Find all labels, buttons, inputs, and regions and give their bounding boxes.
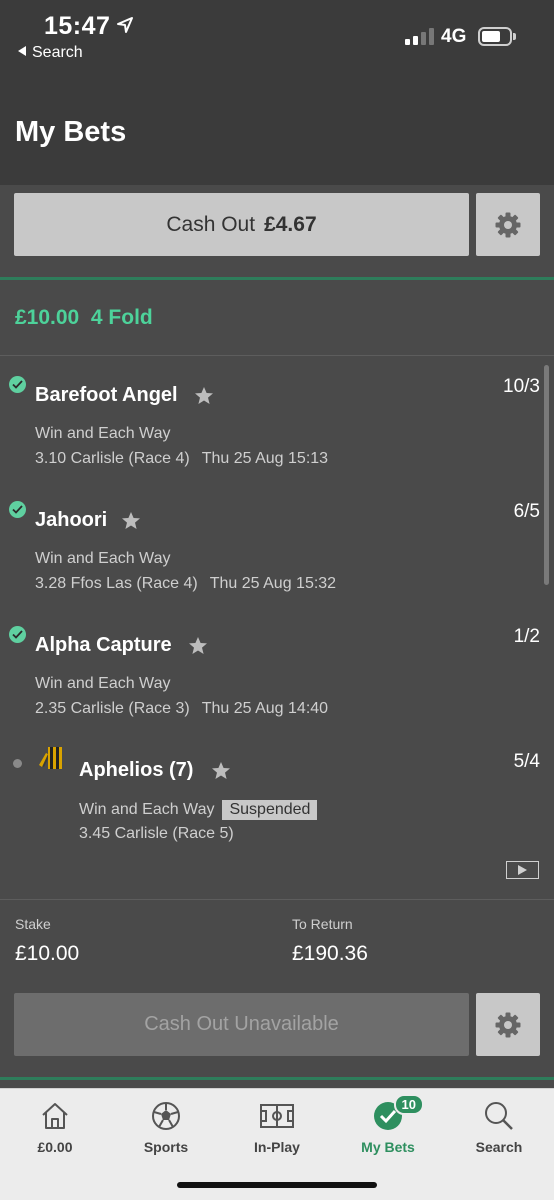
search-icon: [485, 1102, 513, 1130]
page-title: My Bets: [15, 116, 127, 148]
cash-out-unavailable-button: Cash Out Unavailable: [14, 993, 469, 1056]
home-indicator: [177, 1182, 377, 1188]
cash-out-button[interactable]: Cash Out £4.67: [14, 193, 469, 256]
nav-item-in-play[interactable]: In-Play: [222, 1089, 332, 1169]
battery-tip: [513, 33, 516, 40]
selection-market: Win and Each Way: [35, 675, 171, 692]
pending-status-dot: [13, 759, 22, 768]
nav-item-my-bets[interactable]: 10 My Bets: [333, 1089, 443, 1169]
selection-name: Barefoot Angel: [35, 384, 178, 406]
selection-market: Win and Each Way: [35, 425, 171, 442]
selection-item[interactable]: Jahoori 6/5 Win and Each Way 3.28 Ffos L…: [0, 501, 554, 621]
gear-icon: [495, 212, 521, 237]
stake-value: £10.00: [15, 942, 80, 965]
cash-out-settings-button[interactable]: [476, 193, 540, 256]
network-type: 4G: [441, 26, 467, 47]
nav-item-balance[interactable]: £0.00: [0, 1089, 110, 1169]
selection-name: Jahoori: [35, 509, 108, 531]
nav-label: My Bets: [361, 1139, 415, 1155]
star-icon[interactable]: [194, 386, 214, 406]
selection-name: Alpha Capture: [35, 634, 172, 656]
selection-odds: 6/5: [513, 501, 540, 522]
divider: [0, 355, 554, 356]
bet-separator: [0, 1077, 554, 1080]
selection-market: Win and Each Way: [35, 550, 171, 567]
nav-label: Search: [475, 1139, 523, 1155]
pitch-icon: [260, 1104, 294, 1128]
back-label: Search: [32, 44, 83, 61]
signal-strength-icon: [405, 27, 434, 45]
suspended-badge: Suspended: [222, 800, 318, 820]
return-label: To Return: [292, 916, 353, 932]
location-arrow-icon: [117, 17, 133, 33]
battery-icon: [478, 27, 512, 46]
selection-race: 3.45 Carlisle (Race 5): [79, 825, 234, 842]
check-circle-icon: [9, 376, 26, 393]
selection-odds: 1/2: [513, 626, 540, 647]
bet-separator: [0, 277, 554, 280]
cash-out-label: Cash Out: [166, 212, 256, 236]
nav-item-search[interactable]: Search: [444, 1089, 554, 1169]
return-value: £190.36: [292, 942, 368, 965]
back-triangle-icon: [18, 46, 26, 56]
selection-race: 3.10 Carlisle (Race 4) Thu 25 Aug 15:13: [35, 450, 329, 467]
bet-settings-button[interactable]: [476, 993, 540, 1056]
selection-odds: 10/3: [503, 376, 540, 397]
star-icon[interactable]: [211, 761, 231, 781]
selection-name: Aphelios (7): [79, 759, 194, 781]
home-icon: [42, 1103, 68, 1129]
stake-label: Stake: [15, 916, 51, 932]
selection-market: Win and Each Way Suspended: [79, 800, 318, 820]
nav-item-sports[interactable]: Sports: [111, 1089, 221, 1169]
status-time: 15:47: [44, 12, 111, 40]
check-circle-icon: [9, 501, 26, 518]
star-icon[interactable]: [121, 511, 141, 531]
check-circle-icon: [9, 626, 26, 643]
back-to-search-link[interactable]: Search: [18, 44, 83, 62]
selection-item[interactable]: Alpha Capture 1/2 Win and Each Way 2.35 …: [0, 626, 554, 746]
selection-item[interactable]: Barefoot Angel 10/3 Win and Each Way 3.1…: [0, 376, 554, 496]
cash-out-amount: £4.67: [264, 212, 317, 236]
star-icon[interactable]: [188, 636, 208, 656]
bet-title: £10.00 4 Fold: [15, 306, 153, 329]
football-icon: [152, 1102, 180, 1130]
gear-icon: [495, 1012, 521, 1037]
nav-label: In-Play: [254, 1139, 300, 1155]
top-header: 15:47 Search 4G My Bets: [0, 0, 554, 185]
nav-label: £0.00: [37, 1139, 73, 1155]
selection-item[interactable]: Aphelios (7) 5/4 Win and Each Way Suspend…: [0, 747, 554, 871]
video-play-icon[interactable]: [506, 861, 539, 879]
selection-race: 3.28 Ffos Las (Race 4) Thu 25 Aug 15:32: [35, 575, 337, 592]
divider: [0, 899, 554, 900]
selection-race: 2.35 Carlisle (Race 3) Thu 25 Aug 14:40: [35, 700, 329, 717]
nav-label: Sports: [143, 1139, 189, 1155]
jockey-silks-icon: [39, 747, 62, 769]
bets-count-badge: 10: [393, 1094, 424, 1115]
selection-odds: 5/4: [513, 751, 540, 772]
